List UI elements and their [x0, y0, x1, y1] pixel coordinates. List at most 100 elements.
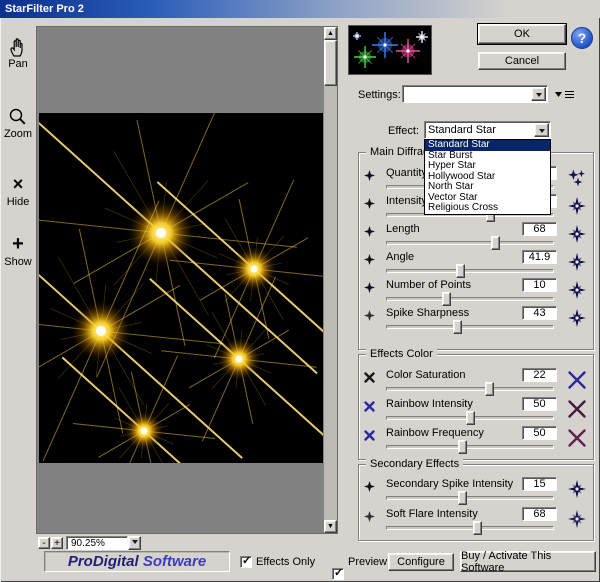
zoom-out-button[interactable]: - — [38, 537, 50, 549]
number-of-points-input[interactable] — [522, 278, 557, 292]
spike-sharpness-input[interactable] — [522, 306, 557, 320]
tool-zoom[interactable]: Zoom — [0, 106, 36, 140]
slider-track[interactable] — [386, 496, 554, 500]
scroll-up-icon[interactable]: ▲ — [324, 27, 337, 40]
chevron-down-icon — [536, 93, 542, 100]
slider-label: Rainbow Intensity — [386, 398, 473, 410]
group-title: Effects Color — [366, 348, 437, 360]
scroll-down-icon[interactable]: ▼ — [324, 520, 337, 533]
cancel-button[interactable]: Cancel — [478, 52, 566, 70]
slider-track[interactable] — [386, 241, 554, 245]
tool-pan[interactable]: Pan — [0, 36, 36, 70]
slider-thumb[interactable] — [456, 264, 465, 278]
sparkle-icon — [363, 225, 376, 238]
preview-checkbox[interactable]: ✓ — [332, 568, 344, 580]
slider-row: Length — [359, 222, 593, 249]
star-icon — [567, 224, 587, 244]
preview-vscrollbar[interactable]: ▲ ▼ — [324, 27, 337, 533]
effect-option[interactable]: Hyper Star — [425, 161, 550, 172]
effect-option[interactable]: Standard Star — [425, 140, 550, 151]
tool-show[interactable]: + Show — [0, 234, 36, 268]
cluster-icon — [567, 168, 587, 188]
chevron-down-icon — [132, 540, 138, 547]
group-title: Secondary Effects — [366, 458, 463, 470]
settings-menu-icon[interactable] — [554, 88, 576, 101]
zoom-in-button[interactable]: + — [51, 537, 63, 549]
show-plus-icon: + — [0, 234, 36, 256]
rainbow-frequency-input[interactable] — [522, 426, 557, 440]
slider-track[interactable] — [386, 445, 554, 449]
scroll-thumb[interactable] — [324, 40, 337, 86]
slider-thumb[interactable] — [458, 440, 467, 454]
slider-row: Spike Sharpness — [359, 306, 593, 333]
zoom-level-value[interactable]: 90.25% — [71, 537, 105, 550]
slider-track[interactable] — [386, 325, 554, 329]
length-input[interactable] — [522, 222, 557, 236]
rainbow-intensity-input[interactable] — [522, 397, 557, 411]
slider-track[interactable] — [386, 269, 554, 273]
slider-thumb[interactable] — [442, 292, 451, 306]
effect-option[interactable]: North Star — [425, 182, 550, 193]
effect-value: Standard Star — [425, 122, 550, 138]
chevron-down-icon — [539, 129, 545, 136]
tool-zoom-label: Zoom — [4, 128, 32, 140]
sparkle-icon — [363, 480, 376, 493]
soft-flare-intensity-input[interactable] — [522, 507, 557, 521]
help-icon[interactable]: ? — [571, 27, 593, 49]
window-title: StarFilter Pro 2 — [5, 3, 84, 15]
slider-thumb[interactable] — [491, 236, 500, 250]
hide-x-icon: × — [0, 174, 36, 196]
brand-logo: ProDigital Software — [44, 551, 230, 572]
tool-pan-label: Pan — [8, 58, 28, 70]
checkmark-icon: ✓ — [334, 566, 343, 579]
zoom-dropdown-button[interactable] — [128, 536, 141, 550]
cross-icon — [567, 399, 587, 419]
zoom-bar: - + 90.25% — [38, 536, 338, 551]
slider-row: Number of Points — [359, 278, 593, 305]
preview-pane[interactable]: ▲ ▼ — [36, 26, 338, 534]
settings-dropdown-button[interactable] — [531, 87, 546, 101]
slider-track[interactable] — [386, 297, 554, 301]
cross-icon — [363, 371, 376, 384]
slider-thumb[interactable] — [458, 491, 467, 505]
slider-thumb[interactable] — [473, 521, 482, 535]
angle-input[interactable] — [522, 250, 557, 264]
slider-thumb[interactable] — [453, 320, 462, 334]
slider-row: Rainbow Intensity — [359, 397, 593, 424]
sparkle-icon — [363, 169, 376, 182]
slider-thumb[interactable] — [466, 411, 475, 425]
slider-label: Rainbow Frequency — [386, 427, 484, 439]
configure-button[interactable]: Configure — [388, 553, 454, 571]
tool-show-label: Show — [4, 256, 32, 268]
zoom-magnifier-icon — [0, 106, 36, 128]
sparkle-icon — [363, 281, 376, 294]
secondary-spike-intensity-input[interactable] — [522, 477, 557, 491]
ok-button[interactable]: OK — [478, 24, 566, 44]
star-icon — [567, 308, 587, 328]
window-titlebar[interactable]: StarFilter Pro 2 — [0, 0, 600, 18]
slider-track[interactable] — [386, 526, 554, 530]
brand-part-1: ProDigital — [68, 553, 139, 570]
effect-select[interactable]: Standard Star — [424, 121, 551, 139]
slider-row: Rainbow Frequency — [359, 426, 593, 453]
effect-label: Effect: — [388, 125, 419, 137]
settings-select[interactable] — [402, 85, 548, 103]
star-icon — [567, 280, 587, 300]
slider-label: Soft Flare Intensity — [386, 508, 478, 520]
effect-dropdown-button[interactable] — [534, 123, 549, 137]
pan-hand-icon — [0, 36, 36, 58]
cross-icon — [567, 428, 587, 448]
effects-only-checkbox[interactable]: ✓ — [240, 556, 252, 568]
tool-hide-label: Hide — [7, 196, 30, 208]
slider-row: Secondary Spike Intensity — [359, 477, 593, 504]
tool-hide[interactable]: × Hide — [0, 174, 36, 208]
effect-option[interactable]: Religious Cross — [425, 203, 550, 214]
preview-image[interactable] — [39, 113, 323, 463]
starfilter-dialog: StarFilter Pro 2 Pan Zoom × Hide + Show — [0, 0, 600, 582]
color-saturation-input[interactable] — [522, 368, 557, 382]
slider-track[interactable] — [386, 387, 554, 391]
group-effects-color: Effects ColorColor SaturationRainbow Int… — [358, 354, 594, 460]
slider-thumb[interactable] — [485, 382, 494, 396]
buy-activate-button[interactable]: Buy / Activate This Software — [460, 551, 596, 572]
effect-thumbnail — [348, 25, 432, 75]
